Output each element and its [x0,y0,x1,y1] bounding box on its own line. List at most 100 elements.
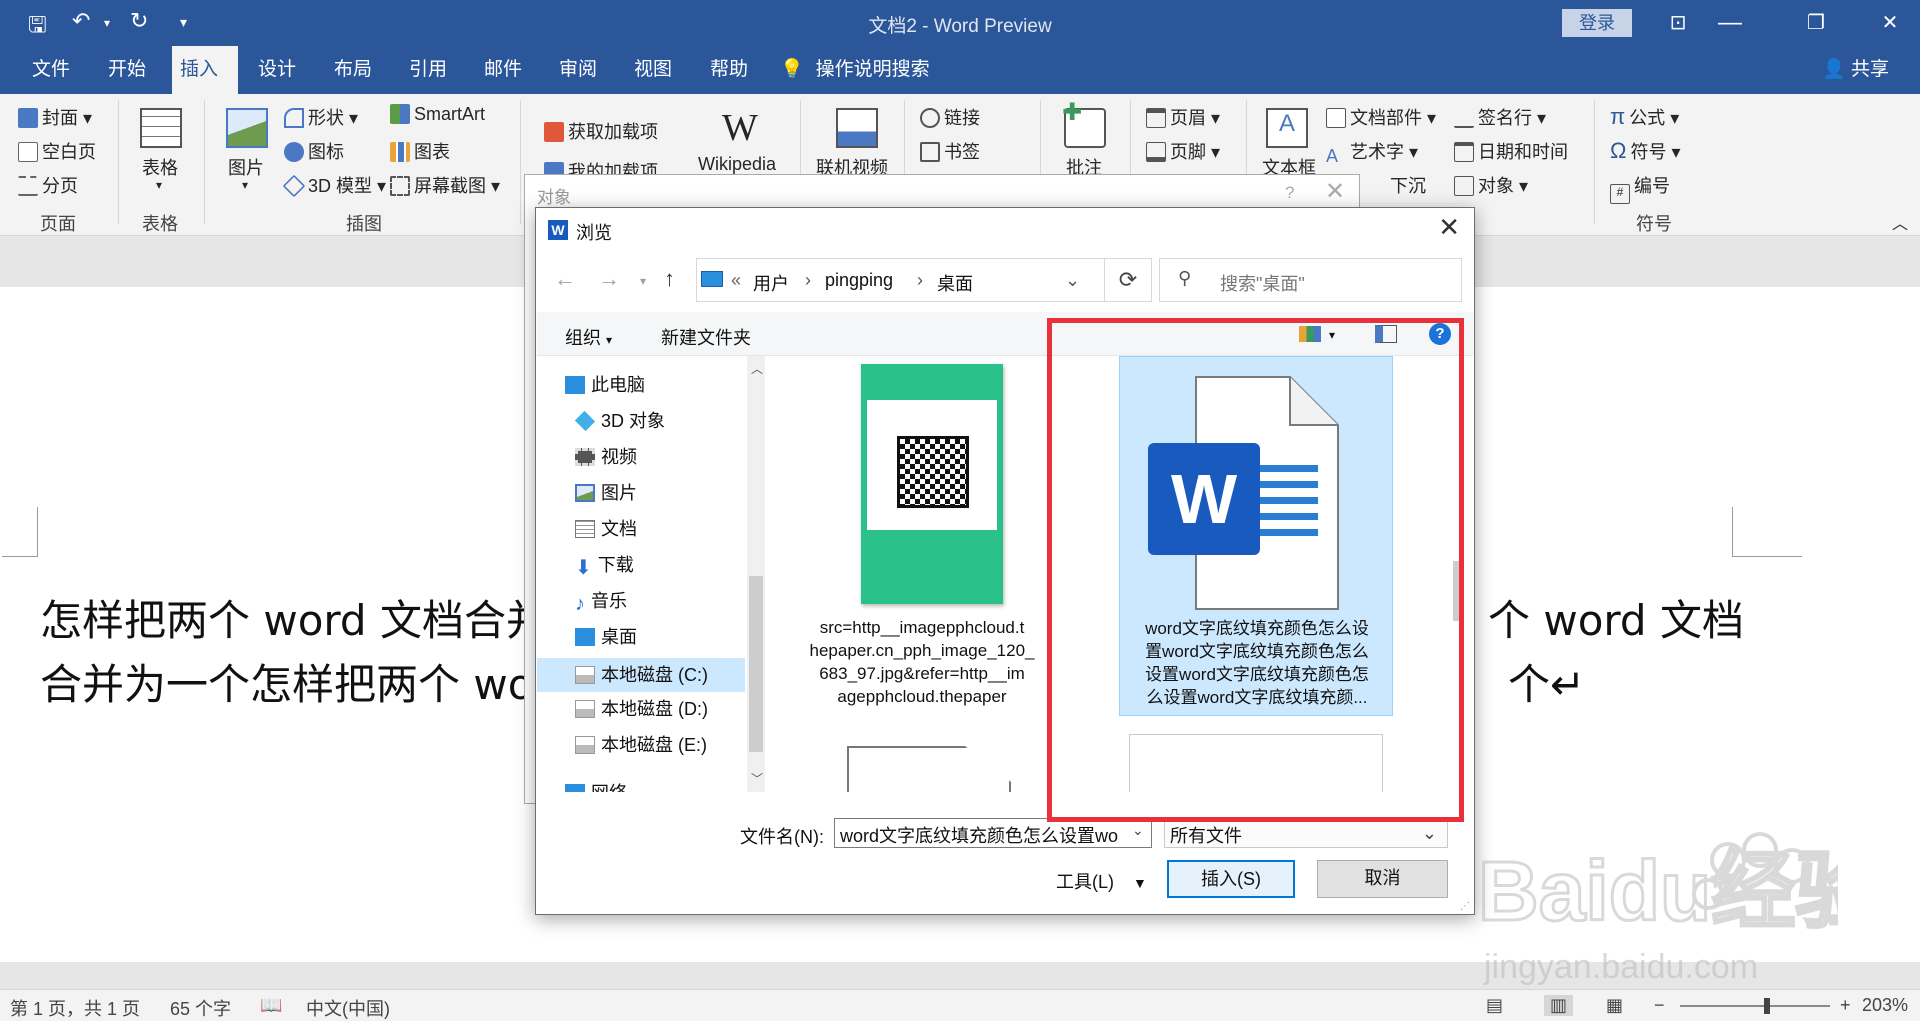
quick-parts-button[interactable]: 文档部件 ▾ [1326,104,1436,130]
nav-drive-d[interactable]: 本地磁盘 (D:) [575,696,708,722]
smartart-button[interactable]: SmartArt [390,104,485,125]
date-time-button[interactable]: 日期和时间 [1454,138,1568,164]
search-input[interactable]: ⚲ 搜索"桌面" [1159,258,1462,302]
nav-drive-c[interactable]: 本地磁盘 (C:) [537,658,745,692]
tab-help[interactable]: 帮助 [702,46,756,94]
forward-arrow-icon[interactable]: → [598,266,620,292]
cancel-button[interactable]: 取消 [1317,860,1448,898]
breadcrumb-desktop[interactable]: 桌面 [937,270,973,296]
picture-dropdown-icon[interactable]: ▾ [242,178,248,192]
insert-button[interactable]: 插入(S) [1167,860,1295,898]
get-addins-button[interactable]: 获取加载项 [544,118,658,144]
picture-button-label[interactable]: 图片 [228,154,264,180]
tab-layout[interactable]: 布局 [326,46,380,94]
nav-3d-objects[interactable]: 3D 对象 [574,408,665,434]
new-folder-button[interactable]: 新建文件夹 [661,324,751,350]
close-window-icon[interactable]: ✕ [1870,8,1910,38]
tab-view[interactable]: 视图 [626,46,680,94]
close-icon[interactable]: ✕ [1325,177,1345,206]
nav-desktop[interactable]: 桌面 [575,624,637,650]
proofing-icon[interactable]: 📖 [260,995,282,1016]
page-break-button[interactable]: 分页 [18,172,78,198]
dropcap-button[interactable]: 下沉 [1390,172,1426,198]
object-button[interactable]: 对象 ▾ [1454,172,1528,198]
file-item-partial[interactable] [847,746,1011,792]
collapse-ribbon-icon[interactable]: ︿ [1892,210,1908,234]
filename-input[interactable]: word文字底纹填充颜色怎么设置wo [834,818,1152,848]
organize-button[interactable]: 组织 ▾ [565,324,612,350]
zoom-in-button[interactable]: + [1840,995,1851,1016]
restore-icon[interactable]: ❐ [1796,8,1836,38]
overflow-chevron[interactable]: « [731,270,741,291]
table-icon[interactable] [140,108,182,148]
recent-locations-icon[interactable]: ▾ [640,274,646,288]
up-arrow-icon[interactable]: ↑ [664,266,675,292]
table-button-label[interactable]: 表格 [142,154,178,180]
word-count[interactable]: 65 个字 [170,995,231,1021]
read-mode-icon[interactable]: ▤ [1486,995,1503,1016]
link-button[interactable]: 链接 [920,104,980,130]
ribbon-display-icon[interactable]: ⊡ [1658,8,1698,38]
nav-videos[interactable]: 视频 [575,444,637,470]
language[interactable]: 中文(中国) [306,995,390,1021]
tab-home[interactable]: 开始 [100,46,154,94]
tell-me-search[interactable]: 💡 操作说明搜索 [780,46,930,94]
signature-line-button[interactable]: 签名行 ▾ [1454,104,1546,130]
blank-page-button[interactable]: 空白页 [18,138,96,164]
symbol-button[interactable]: Ω 符号 ▾ [1610,138,1681,164]
header-button[interactable]: 页眉 ▾ [1146,104,1220,130]
page-count[interactable]: 第 1 页，共 1 页 [10,995,140,1021]
nav-drive-e[interactable]: 本地磁盘 (E:) [575,732,707,758]
chart-button[interactable]: 图表 [390,138,450,164]
shapes-button[interactable]: 形状 ▾ [284,104,358,130]
footer-button[interactable]: 页脚 ▾ [1146,138,1220,164]
back-arrow-icon[interactable]: ← [554,266,576,292]
nav-music[interactable]: ♪ 音乐 [575,588,627,615]
close-icon[interactable]: ✕ [1438,212,1460,243]
file-item[interactable]: src=http__imagepphcloud.t hepaper.cn_pph… [767,356,1077,716]
help-button[interactable]: ? [1285,183,1294,203]
icons-button[interactable]: 图标 [284,138,344,164]
nav-scrollbar[interactable]: ︿ ﹀ [747,356,765,792]
tab-references[interactable]: 引用 [401,46,455,94]
textbox-icon[interactable]: A [1266,108,1308,148]
zoom-slider[interactable] [1680,1005,1830,1007]
tab-design[interactable]: 设计 [250,46,304,94]
breadcrumb-users[interactable]: 用户 [753,270,789,296]
login-button[interactable]: 登录 [1562,9,1632,37]
breadcrumb-separator[interactable]: › [805,270,811,291]
number-button[interactable]: # 编号 [1610,172,1670,204]
zoom-level[interactable]: 203% [1862,995,1908,1016]
tab-insert[interactable]: 插入 [172,46,238,94]
tab-review[interactable]: 审阅 [551,46,605,94]
wikipedia-label[interactable]: Wikipedia [698,154,776,175]
share-button[interactable]: 👤 共享 [1822,46,1889,94]
wordart-button[interactable]: A 艺术字 ▾ [1326,138,1418,166]
filename-dropdown-icon[interactable]: ⌄ [1132,822,1144,839]
nav-documents[interactable]: 文档 [575,516,637,542]
web-layout-icon[interactable]: ▦ [1606,995,1623,1016]
scroll-up-icon[interactable]: ︿ [751,360,763,377]
wikipedia-icon[interactable]: W [722,106,758,150]
table-dropdown-icon[interactable]: ▾ [156,178,162,192]
zoom-out-button[interactable]: − [1654,995,1665,1016]
screenshot-button[interactable]: 屏幕截图 ▾ [390,172,500,198]
scrollbar-thumb[interactable] [749,576,763,752]
filetype-select[interactable]: 所有文件 ⌄ [1164,818,1448,848]
tab-mailings[interactable]: 邮件 [476,46,530,94]
refresh-button[interactable]: ⟳ [1104,258,1152,302]
breadcrumb-user[interactable]: pingping [825,270,893,291]
zoom-slider-thumb[interactable] [1764,998,1770,1014]
tab-file[interactable]: 文件 [24,46,78,94]
3d-model-button[interactable]: 3D 模型 ▾ [282,172,386,198]
nav-downloads[interactable]: ⬇ 下载 [575,552,634,579]
nav-pictures[interactable]: 图片 [575,480,637,506]
equation-button[interactable]: π 公式 ▾ [1610,104,1679,130]
cover-page-button[interactable]: 封面 ▾ [18,104,92,130]
resize-grip-icon[interactable]: ⋰ [1460,901,1470,912]
bookmark-button[interactable]: 书签 [920,138,980,164]
address-bar[interactable]: « 用户 › pingping › 桌面 ⌄ [696,258,1131,302]
nav-this-pc[interactable]: 此电脑 [565,372,645,398]
online-video-icon[interactable] [836,108,878,148]
breadcrumb-separator[interactable]: › [917,270,923,291]
